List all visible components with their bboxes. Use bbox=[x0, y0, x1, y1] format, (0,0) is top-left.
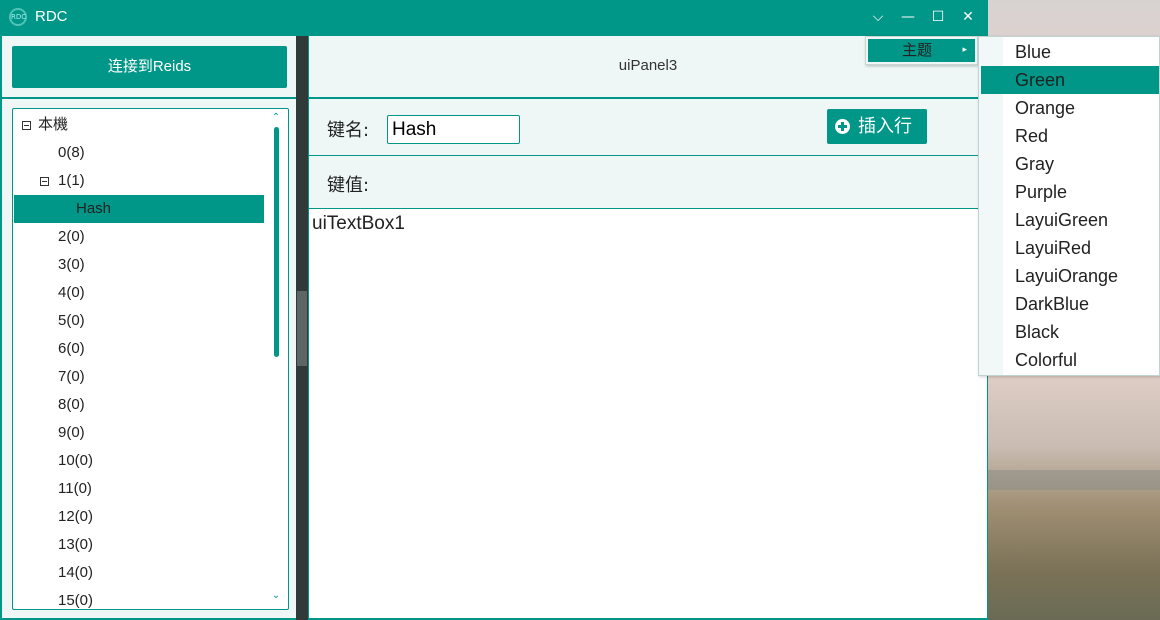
desktop-hill bbox=[988, 470, 1160, 490]
theme-item-label: LayuiOrange bbox=[1015, 266, 1119, 286]
key-value-label: 键值: bbox=[327, 175, 370, 196]
tree-item[interactable]: 5(0) bbox=[14, 307, 264, 335]
theme-item-layuigreen[interactable]: LayuiGreen bbox=[981, 206, 1159, 234]
splitter[interactable] bbox=[296, 36, 308, 620]
tree-item[interactable]: 13(0) bbox=[14, 531, 264, 559]
tree-item-label: 0(8) bbox=[58, 144, 85, 161]
theme-item-label: Purple bbox=[1015, 182, 1068, 202]
tree-item-label: 10(0) bbox=[58, 452, 94, 469]
tree-item[interactable]: 12(0) bbox=[14, 503, 264, 531]
tree-item[interactable]: 10(0) bbox=[14, 447, 264, 475]
tree-item[interactable]: 15(0) bbox=[14, 587, 264, 609]
sidebar: 连接到Reids 本機 0(8) 1(1) Hash 2(0) 3(0) 4(0) 5(0) 6… bbox=[2, 36, 296, 618]
theme-item-label: LayuiRed bbox=[1015, 238, 1092, 258]
key-name-row: 键名: Hash 插入行 bbox=[309, 99, 987, 156]
theme-item-layuired[interactable]: LayuiRed bbox=[981, 234, 1159, 262]
key-value-row: 键值: bbox=[309, 156, 987, 209]
window-title: RDC bbox=[35, 8, 68, 25]
scroll-up-icon[interactable]: ⌃ bbox=[268, 111, 284, 125]
tree-item-label: 本機 bbox=[38, 116, 69, 133]
theme-item-green[interactable]: Green bbox=[981, 66, 1159, 94]
menu-item-theme[interactable]: 主题 ▸ bbox=[868, 39, 975, 62]
value-textbox[interactable]: uiTextBox1 bbox=[312, 213, 405, 235]
theme-item-purple[interactable]: Purple bbox=[981, 178, 1159, 206]
tree-item-label: 6(0) bbox=[58, 340, 85, 357]
tree-item-label: 9(0) bbox=[58, 424, 85, 441]
theme-item-layuiorange[interactable]: LayuiOrange bbox=[981, 262, 1159, 290]
insert-row-button[interactable]: 插入行 bbox=[827, 109, 927, 144]
tree-item[interactable]: 3(0) bbox=[14, 251, 264, 279]
theme-item-black[interactable]: Black bbox=[981, 318, 1159, 346]
tree-item[interactable]: 11(0) bbox=[14, 475, 264, 503]
tree-item[interactable]: 0(8) bbox=[14, 139, 264, 167]
chevron-down-icon[interactable]: ⌵ bbox=[866, 6, 890, 28]
context-menu: 主题 ▸ bbox=[865, 36, 978, 65]
insert-row-label: 插入行 bbox=[858, 116, 912, 137]
main-panel: uiPanel3 键名: Hash 插入行 键值: uiTextBox1 bbox=[308, 36, 988, 618]
tree-item[interactable]: 本機 bbox=[14, 111, 264, 139]
plus-circle-icon bbox=[835, 119, 850, 134]
theme-item-label: Gray bbox=[1015, 154, 1055, 174]
tree-item[interactable]: 4(0) bbox=[14, 279, 264, 307]
tree-item[interactable]: 6(0) bbox=[14, 335, 264, 363]
app-window: RDC RDC ⌵ — ☐ ✕ 连接到Reids 本機 0(8) 1(1) Hash 2… bbox=[0, 0, 988, 620]
theme-item-colorful[interactable]: Colorful bbox=[981, 346, 1159, 374]
theme-submenu: Blue Green Orange Red Gray Purple LayuiGreen La… bbox=[978, 36, 1160, 376]
tree-item[interactable]: Hash bbox=[14, 195, 264, 223]
key-name-label: 键名: bbox=[327, 120, 370, 141]
theme-item-label: LayuiGreen bbox=[1015, 210, 1109, 230]
tree-item-label: 3(0) bbox=[58, 256, 85, 273]
theme-item-red[interactable]: Red bbox=[981, 122, 1159, 150]
database-tree[interactable]: 本機 0(8) 1(1) Hash 2(0) 3(0) 4(0) 5(0) 6(0) 7(0) 8(… bbox=[12, 108, 289, 610]
theme-item-label: Black bbox=[1015, 322, 1060, 342]
tree-item-label: 11(0) bbox=[58, 480, 92, 497]
connect-button[interactable]: 连接到Reids bbox=[12, 46, 287, 88]
sidebar-divider bbox=[2, 97, 296, 99]
theme-item-label: Red bbox=[1015, 126, 1049, 146]
menu-item-theme-label: 主题 bbox=[902, 41, 933, 59]
tree-item-label: 7(0) bbox=[58, 368, 85, 385]
key-name-input[interactable]: Hash bbox=[387, 115, 520, 144]
tree-item-label: Hash bbox=[76, 200, 112, 217]
tree-item[interactable]: 9(0) bbox=[14, 419, 264, 447]
scroll-down-icon[interactable]: ⌄ bbox=[268, 589, 284, 603]
scroll-thumb[interactable] bbox=[274, 127, 279, 357]
tree-item-label: 2(0) bbox=[58, 228, 85, 245]
tree-item-label: 15(0) bbox=[58, 592, 94, 609]
theme-item-label: Orange bbox=[1015, 98, 1076, 118]
tree-item-label: 8(0) bbox=[58, 396, 85, 413]
tree-item-label: 1(1) bbox=[58, 172, 85, 189]
tree-item-label: 13(0) bbox=[58, 536, 94, 553]
tree-item[interactable]: 7(0) bbox=[14, 363, 264, 391]
theme-item-gray[interactable]: Gray bbox=[981, 150, 1159, 178]
theme-item-orange[interactable]: Orange bbox=[981, 94, 1159, 122]
theme-item-label: Green bbox=[1015, 70, 1066, 90]
submenu-arrow-icon: ▸ bbox=[962, 45, 967, 55]
tree-item-label: 4(0) bbox=[58, 284, 85, 301]
close-icon[interactable]: ✕ bbox=[956, 6, 980, 28]
tree-item[interactable]: 14(0) bbox=[14, 559, 264, 587]
tree-item-label: 14(0) bbox=[58, 564, 94, 581]
tree-item-label: 5(0) bbox=[58, 312, 85, 329]
titlebar[interactable]: RDC RDC ⌵ — ☐ ✕ bbox=[0, 0, 988, 36]
collapse-icon[interactable] bbox=[40, 177, 49, 186]
theme-item-darkblue[interactable]: DarkBlue bbox=[981, 290, 1159, 318]
tree-item-label: 12(0) bbox=[58, 508, 94, 525]
theme-item-label: Colorful bbox=[1015, 350, 1078, 370]
theme-item-label: Blue bbox=[1015, 42, 1052, 62]
tree-scrollbar[interactable]: ⌃ ⌄ bbox=[268, 109, 284, 609]
maximize-icon[interactable]: ☐ bbox=[926, 6, 950, 28]
collapse-icon[interactable] bbox=[22, 121, 31, 130]
tree-item[interactable]: 2(0) bbox=[14, 223, 264, 251]
minimize-icon[interactable]: — bbox=[896, 6, 920, 28]
theme-item-blue[interactable]: Blue bbox=[981, 38, 1159, 66]
tree-item[interactable]: 1(1) bbox=[14, 167, 264, 195]
theme-item-label: DarkBlue bbox=[1015, 294, 1090, 314]
splitter-handle[interactable] bbox=[297, 291, 307, 366]
app-logo-icon: RDC bbox=[9, 8, 27, 26]
tree-item[interactable]: 8(0) bbox=[14, 391, 264, 419]
